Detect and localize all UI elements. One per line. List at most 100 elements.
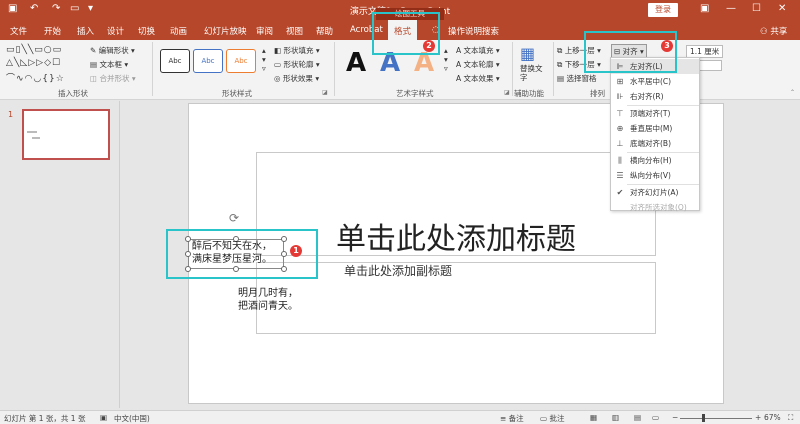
shape-outline-label: 形状轮廓 (283, 60, 314, 69)
fit-to-window-icon[interactable]: ⛶ (788, 413, 793, 423)
zoom-slider-thumb[interactable] (701, 414, 705, 422)
tab-transitions[interactable]: 切换 (138, 25, 155, 37)
align-bottom-icon: ⊥ (616, 139, 624, 148)
edit-shape-button[interactable]: ✎ 编辑形状 ▾ (90, 45, 135, 56)
rotate-handle-icon[interactable]: ⟳ (229, 211, 239, 225)
shape-effects-button[interactable]: ◎ 形状效果 ▾ (274, 73, 319, 84)
poem-line: 明月几时有， (238, 288, 298, 299)
check-icon: ✔ (616, 188, 624, 197)
slideshow-icon[interactable]: ▭ (652, 413, 659, 422)
tab-view[interactable]: 视图 (286, 25, 303, 37)
poem-text-box[interactable]: 明月几时有， 把酒问青天。 (238, 287, 298, 313)
menu-item-distribute-horizontal[interactable]: ⫼ 横向分布(H) (611, 153, 699, 168)
distribute-vertical-icon: ☰ (616, 171, 624, 180)
reading-view-icon[interactable]: ▤ (634, 413, 641, 422)
selection-pane-button[interactable]: ▤ 选择窗格 (557, 73, 596, 84)
alt-text-button[interactable]: 替换文字 (520, 64, 544, 82)
login-button[interactable]: 登录 (648, 3, 678, 17)
menu-item-align-center[interactable]: ⊞ 水平居中(C) (611, 74, 699, 89)
tab-animations[interactable]: 动画 (170, 25, 187, 37)
comments-button[interactable]: ▭ 批注 (540, 413, 564, 424)
selection-pane-label: 选择窗格 (566, 74, 597, 83)
spellcheck-icon[interactable]: ▣ (100, 413, 107, 422)
accessibility-group-label: 辅助功能 (514, 89, 544, 98)
slide-sorter-icon[interactable]: ▥ (612, 413, 619, 422)
shape-styles-dialog-launcher[interactable]: ◪ (322, 89, 328, 96)
status-bar: 幻灯片 第 1 张，共 1 张 ▣ 中文(中国) ≡ 备注 ▭ 批注 ▦ ▥ ▤… (0, 410, 800, 424)
shapes-gallery-row1[interactable]: ▭▯╲╲▭○▭ (6, 45, 62, 55)
tell-me-search[interactable]: 操作说明搜索 (448, 25, 499, 37)
tab-review[interactable]: 审阅 (256, 25, 273, 37)
language-indicator[interactable]: 中文(中国) (114, 413, 150, 424)
shape-outline-button[interactable]: ▭ 形状轮廓 ▾ (274, 59, 320, 70)
shape-fill-button[interactable]: ◧ 形状填充 ▾ (274, 45, 320, 56)
text-box-button[interactable]: ▤ 文本框 ▾ (90, 59, 128, 70)
text-outline-button[interactable]: A 文本轮廓 ▾ (456, 59, 500, 70)
wordart-style-1[interactable]: A (346, 48, 366, 78)
align-dropdown-menu: ⊫ 左对齐(L) ⊞ 水平居中(C) ⊪ 右对齐(R) ⊤ 顶端对齐(T) ⊕ 垂直居中(… (610, 57, 700, 212)
shapes-gallery-row3[interactable]: ⌒∿◠◡{}☆ (6, 71, 65, 84)
insert-shapes-group-label: 插入形状 (58, 89, 88, 98)
notes-label: 备注 (508, 414, 524, 423)
wordart-scroll[interactable]: ▴ ▾ ▿ (444, 46, 448, 73)
tab-insert[interactable]: 插入 (77, 25, 94, 37)
shape-style-2[interactable]: Abc (193, 49, 223, 73)
collapse-ribbon-icon[interactable]: ⌃ (790, 89, 795, 96)
merge-shapes-button[interactable]: ◫ 合并形状 ▾ (90, 73, 136, 84)
slide-count: 幻灯片 第 1 张，共 1 张 (4, 414, 86, 423)
menu-item-align-selected[interactable]: 对齐所选对象(O) (611, 200, 699, 215)
zoom-level[interactable]: 67% (764, 413, 781, 422)
menu-item-align-bottom[interactable]: ⊥ 底端对齐(B) (611, 136, 699, 151)
menu-item-align-middle[interactable]: ⊕ 垂直居中(M) (611, 121, 699, 136)
tab-home[interactable]: 开始 (44, 25, 61, 37)
wordart-dialog-launcher[interactable]: ◪ (504, 89, 510, 96)
text-box-label: 文本框 (99, 60, 122, 69)
alt-text-icon[interactable]: ▦ (520, 44, 535, 63)
menu-item-label: 横向分布(H) (630, 156, 672, 165)
tab-design[interactable]: 设计 (107, 25, 124, 37)
zoom-in-button[interactable]: + (755, 413, 761, 422)
menu-item-label: 顶端对齐(T) (630, 109, 671, 118)
shape-style-1[interactable]: Abc (160, 49, 190, 73)
shape-fill-label: 形状填充 (283, 46, 314, 55)
shape-style-3[interactable]: Abc (226, 49, 256, 73)
menu-item-label: 纵向分布(V) (630, 171, 671, 180)
menu-item-align-to-slide[interactable]: ✔ 对齐幻灯片(A) (611, 185, 699, 200)
menu-item-label: 垂直居中(M) (630, 124, 673, 133)
zoom-slider[interactable] (680, 418, 752, 419)
thumbnail-text-line (32, 137, 40, 139)
step-badge-1: 1 (290, 245, 302, 257)
merge-shapes-label: 合并形状 (99, 74, 130, 83)
tab-help[interactable]: 帮助 (316, 25, 333, 37)
normal-view-icon[interactable]: ▦ (590, 413, 597, 422)
tab-slideshow[interactable]: 幻灯片放映 (204, 25, 247, 37)
zoom-out-button[interactable]: − (672, 413, 678, 422)
maximize-icon[interactable]: ☐ (752, 3, 761, 14)
menu-item-align-top[interactable]: ⊤ 顶端对齐(T) (611, 106, 699, 121)
share-button[interactable]: ⚇ 共享 (760, 25, 787, 37)
group-divider (553, 42, 554, 96)
menu-item-label: 右对齐(R) (630, 92, 664, 101)
shape-styles-scroll[interactable]: ▴ ▾ ▿ (262, 46, 266, 73)
group-divider (152, 42, 153, 96)
ribbon-display-icon[interactable]: ▣ (700, 3, 709, 14)
share-label: 共享 (770, 27, 788, 37)
slide-thumbnail-1[interactable] (22, 109, 110, 160)
menu-item-distribute-vertical[interactable]: ☰ 纵向分布(V) (611, 168, 699, 183)
align-right-icon: ⊪ (616, 92, 624, 101)
minimize-icon[interactable]: — (726, 3, 736, 14)
menu-item-align-right[interactable]: ⊪ 右对齐(R) (611, 89, 699, 104)
close-icon[interactable]: ✕ (778, 3, 786, 14)
shapes-gallery-row2[interactable]: △╲◺▷▷◇☐ (6, 58, 61, 68)
text-effects-label: 文本效果 (463, 74, 494, 83)
tab-file[interactable]: 文件 (10, 25, 27, 37)
group-divider (334, 42, 335, 96)
menu-item-label: 水平居中(C) (630, 77, 672, 86)
notes-button[interactable]: ≡ 备注 (500, 413, 524, 424)
menu-item-label: 底端对齐(B) (630, 139, 671, 148)
text-effects-button[interactable]: A 文本效果 ▾ (456, 73, 500, 84)
step-badge-2: 2 (423, 40, 435, 52)
group-divider (512, 42, 513, 96)
text-fill-button[interactable]: A 文本填充 ▾ (456, 45, 500, 56)
align-center-icon: ⊞ (616, 77, 624, 86)
